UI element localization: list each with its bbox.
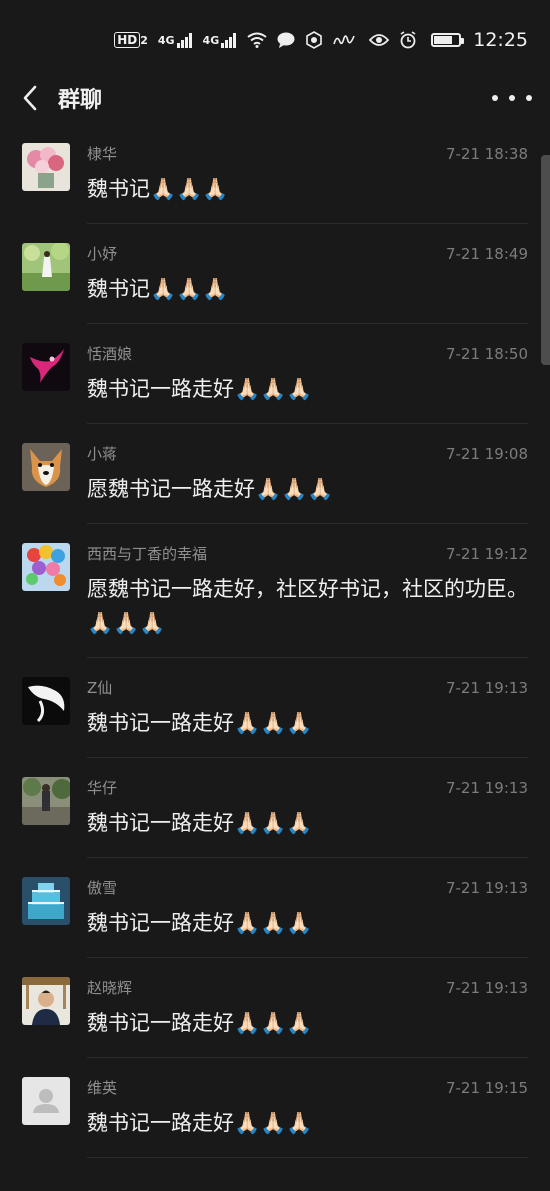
message-time: 7-21 19:08 (445, 445, 528, 463)
message-text: 魏书记一路走好🙏🏻🙏🏻🙏🏻 (87, 811, 313, 835)
message-text: 愿魏书记一路走好，社区好书记，社区的功臣。🙏🏻🙏🏻🙏🏻 (87, 577, 528, 635)
chevron-left-icon (23, 85, 37, 111)
message-text: 魏书记一路走好🙏🏻🙏🏻🙏🏻 (87, 711, 313, 735)
avatar[interactable] (22, 343, 70, 391)
avatar[interactable] (22, 543, 70, 591)
list-item[interactable]: 小蒋 7-21 19:08 愿魏书记一路走好🙏🏻🙏🏻🙏🏻 (0, 424, 550, 524)
scrollbar[interactable] (541, 155, 550, 365)
list-item[interactable]: 恬酒娘 7-21 18:50 魏书记一路走好🙏🏻🙏🏻🙏🏻 (0, 324, 550, 424)
hd-indicator: HD 2 (114, 32, 148, 48)
avatar[interactable] (22, 877, 70, 925)
message-text: 魏书记🙏🏻🙏🏻🙏🏻 (87, 277, 229, 301)
list-item[interactable]: 华仔 7-21 19:13 魏书记一路走好🙏🏻🙏🏻🙏🏻 (0, 758, 550, 858)
signal-1-icon: 4G (158, 32, 193, 48)
message-time: 7-21 19:15 (445, 1079, 528, 1097)
network-type-1: 4G (157, 33, 175, 47)
list-item[interactable]: 赵晓辉 7-21 19:13 魏书记一路走好🙏🏻🙏🏻🙏🏻 (0, 958, 550, 1058)
avatar[interactable] (22, 1077, 70, 1125)
page-title: 群聊 (58, 88, 103, 113)
list-item[interactable]: 维英 7-21 19:15 魏书记一路走好🙏🏻🙏🏻🙏🏻 (0, 1058, 550, 1158)
battery-icon (431, 33, 465, 47)
list-item[interactable]: 傲雪 7-21 19:13 魏书记一路走好🙏🏻🙏🏻🙏🏻 (0, 858, 550, 958)
hd-label: HD (114, 32, 141, 48)
hd-sub-label: 2 (140, 33, 148, 47)
wifi-icon (247, 32, 267, 48)
back-button[interactable] (6, 72, 54, 124)
message-time: 7-21 19:13 (445, 679, 528, 697)
message-time: 7-21 18:49 (445, 245, 528, 263)
message-text: 魏书记一路走好🙏🏻🙏🏻🙏🏻 (87, 1011, 313, 1035)
eye-icon (369, 33, 390, 47)
status-bar: HD 2 4G 4G 12:25 (0, 0, 550, 80)
search-result-list: 棣华 7-21 18:38 魏书记🙏🏻🙏🏻🙏🏻 小妤 7-21 18:49 魏书… (0, 124, 550, 1158)
alarm-icon (399, 31, 417, 49)
handwriting-icon (333, 32, 355, 48)
message-text: 魏书记一路走好🙏🏻🙏🏻🙏🏻 (87, 1111, 313, 1135)
avatar[interactable] (22, 977, 70, 1025)
message-text: 愿魏书记一路走好🙏🏻🙏🏻🙏🏻 (87, 477, 334, 501)
list-item[interactable]: 小妤 7-21 18:49 魏书记🙏🏻🙏🏻🙏🏻 (0, 224, 550, 324)
avatar[interactable] (22, 777, 70, 825)
avatar[interactable] (22, 677, 70, 725)
list-item[interactable]: 西西与丁香的幸福 7-21 19:12 愿魏书记一路走好，社区好书记，社区的功臣… (0, 524, 550, 658)
message-time: 7-21 19:13 (445, 979, 528, 997)
default-avatar-icon (22, 1077, 70, 1125)
message-time: 7-21 19:12 (445, 545, 528, 563)
more-options-icon[interactable] (492, 84, 532, 112)
network-type-2: 4G (202, 33, 220, 47)
message-text: 魏书记🙏🏻🙏🏻🙏🏻 (87, 177, 229, 201)
message-time: 7-21 19:13 (445, 879, 528, 897)
signal-2-icon: 4G (203, 32, 238, 48)
message-time: 7-21 19:13 (445, 779, 528, 797)
message-text: 魏书记一路走好🙏🏻🙏🏻🙏🏻 (87, 911, 313, 935)
avatar[interactable] (22, 143, 70, 191)
header-bar: 群聊 (0, 72, 550, 124)
message-time: 7-21 18:38 (445, 145, 528, 163)
chat-bubble-icon (277, 32, 295, 48)
avatar[interactable] (22, 443, 70, 491)
avatar[interactable] (22, 243, 70, 291)
list-item[interactable]: Z仙 7-21 19:13 魏书记一路走好🙏🏻🙏🏻🙏🏻 (0, 658, 550, 758)
clock: 12:25 (473, 29, 528, 51)
app-notification-icon (305, 31, 323, 49)
message-text: 魏书记一路走好🙏🏻🙏🏻🙏🏻 (87, 377, 313, 401)
message-time: 7-21 18:50 (445, 345, 528, 363)
list-item[interactable]: 棣华 7-21 18:38 魏书记🙏🏻🙏🏻🙏🏻 (0, 124, 550, 224)
